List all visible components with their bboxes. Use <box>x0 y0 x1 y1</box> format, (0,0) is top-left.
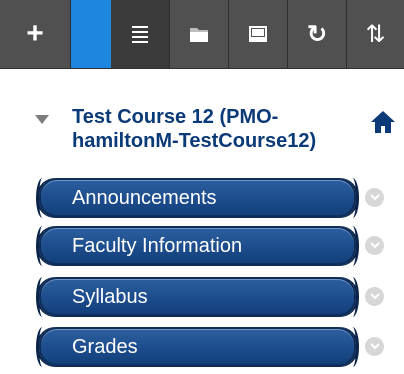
sort-icon: ⇅ <box>365 20 386 48</box>
expand-arrow-icon[interactable] <box>35 115 49 124</box>
course-toolbar: + ↻ ⇅ <box>0 0 404 69</box>
sort-button[interactable]: ⇅ <box>347 0 404 68</box>
chevron-down-icon[interactable] <box>365 188 384 207</box>
menu-item-announcements[interactable]: Announcements <box>36 178 384 218</box>
course-header: Test Course 12 (PMO-hamiltonM-TestCourse… <box>0 105 404 165</box>
menu-item-grades[interactable]: Grades <box>36 327 384 367</box>
active-view-tab[interactable] <box>71 0 111 68</box>
add-button[interactable]: + <box>0 0 70 68</box>
menu-item-label: Announcements <box>72 187 217 209</box>
list-icon <box>132 26 148 43</box>
menu-item-faculty-information[interactable]: Faculty Information <box>36 226 384 266</box>
folder-view-button[interactable] <box>170 0 228 68</box>
menu-item-syllabus[interactable]: Syllabus <box>36 277 384 317</box>
chevron-down-icon <box>369 343 380 350</box>
chevron-down-icon[interactable] <box>365 287 384 306</box>
list-view-button[interactable] <box>111 0 169 68</box>
menu-item-label: Grades <box>72 336 138 358</box>
home-icon[interactable] <box>370 110 396 134</box>
folder-icon <box>190 27 208 42</box>
window-view-button[interactable] <box>229 0 287 68</box>
chevron-down-icon <box>369 293 380 300</box>
menu-item-label: Syllabus <box>72 286 148 308</box>
chevron-down-icon[interactable] <box>365 236 384 255</box>
plus-icon: + <box>26 17 44 50</box>
window-icon <box>249 26 267 42</box>
menu-item-label: Faculty Information <box>72 235 243 257</box>
refresh-button[interactable]: ↻ <box>288 0 346 68</box>
refresh-icon: ↻ <box>306 20 328 48</box>
chevron-down-icon <box>369 194 380 201</box>
chevron-down-icon[interactable] <box>365 337 384 356</box>
chevron-down-icon <box>369 242 380 249</box>
course-title[interactable]: Test Course 12 (PMO-hamiltonM-TestCourse… <box>72 105 372 153</box>
